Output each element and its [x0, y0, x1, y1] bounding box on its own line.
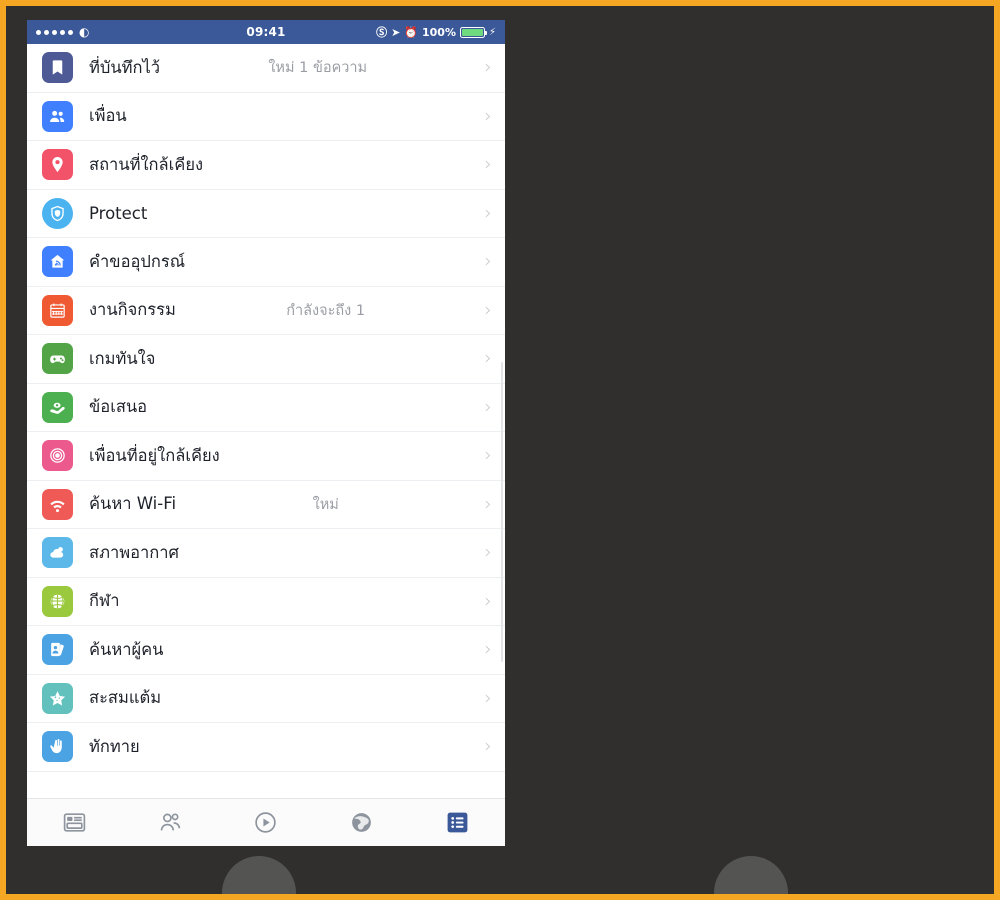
- bookmark-icon: [42, 52, 73, 84]
- menu-item-label: ค้นหาผู้คน: [89, 639, 164, 659]
- menu-tab[interactable]: [409, 810, 505, 835]
- chevron-right-icon: ›: [484, 298, 492, 321]
- menu-item-badge: กำลังจะถึง 1: [286, 302, 366, 319]
- menu-item[interactable]: ที่บันทึกไว้ ใหม่ 1 ข้อความ ›: [27, 44, 505, 93]
- gamepad-icon: [42, 343, 73, 375]
- chevron-right-icon: ›: [484, 250, 492, 273]
- menu-item-badge: ใหม่ 1 ข้อความ: [268, 60, 368, 77]
- notifications-tab[interactable]: [314, 810, 410, 835]
- chevron-right-icon: ›: [484, 395, 492, 418]
- menu-item-label: สภาพอากาศ: [89, 542, 179, 562]
- shield-icon: [42, 197, 73, 229]
- star-rewards-icon: [42, 682, 73, 714]
- menu-item[interactable]: สถานที่ใกล้เคียง ›: [27, 141, 505, 190]
- rotation-lock-icon: Ⓢ: [376, 25, 388, 39]
- menu-item[interactable]: สภาพอากาศ ›: [27, 529, 505, 578]
- offers-hand-icon: [42, 391, 73, 423]
- chevron-right-icon: ›: [484, 686, 492, 709]
- weather-cloud-icon: [42, 537, 73, 569]
- menu-item-label: เกมทันใจ: [89, 348, 156, 368]
- home-button-left[interactable]: [222, 856, 296, 894]
- home-wifi-icon: [42, 246, 73, 278]
- menu-item-label: ที่บันทึกไว้: [89, 57, 161, 77]
- tab-bar-left[interactable]: [27, 798, 505, 846]
- menu-item-label: สถานที่ใกล้เคียง: [89, 154, 204, 174]
- find-people-icon: [42, 634, 73, 666]
- scrollbar[interactable]: [500, 362, 503, 662]
- waving-hand-icon: [42, 731, 73, 763]
- right-phone-frame: ◐ 09:41 Ⓢ ➤ ⏰ 100% ⚡ ‹ สภาพอากาศ: [505, 6, 994, 894]
- menu-item-label: ค้นหา Wi-Fi: [89, 494, 177, 514]
- menu-item[interactable]: สะสมแต้ม ›: [27, 675, 505, 723]
- chevron-right-icon: ›: [484, 492, 492, 515]
- wifi-signal-icon: [42, 488, 73, 520]
- friends-tab[interactable]: [123, 810, 219, 835]
- chevron-right-icon: ›: [484, 153, 492, 176]
- chevron-right-icon: ›: [484, 444, 492, 467]
- chevron-right-icon: ›: [484, 638, 492, 661]
- chevron-right-icon: ›: [484, 347, 492, 370]
- sports-ball-icon: [42, 585, 73, 617]
- menu-item[interactable]: เกมทันใจ ›: [27, 335, 505, 384]
- menu-item-label: งานกิจกรรม: [89, 300, 176, 320]
- battery-percent: 100%: [421, 25, 456, 39]
- location-arrow-icon: ➤: [391, 25, 401, 39]
- menu-item-label: ข้อเสนอ: [89, 397, 148, 417]
- status-indicators: Ⓢ ➤ ⏰ 100% ⚡: [376, 26, 496, 39]
- news-feed-tab[interactable]: [27, 810, 123, 835]
- menu-item[interactable]: กีฬา ›: [27, 578, 505, 626]
- chevron-right-icon: ›: [484, 541, 492, 564]
- chevron-right-icon: ›: [484, 589, 492, 612]
- chevron-right-icon: ›: [484, 201, 492, 224]
- chevron-right-icon: ›: [484, 56, 492, 79]
- watch-tab[interactable]: [218, 810, 314, 835]
- screenshot-stage: ◐ 09:41 Ⓢ ➤ ⏰ 100% ⚡ ที่บันทึกไว้ ใหม่ 1 …: [6, 6, 994, 894]
- status-bar-left: ◐ 09:41 Ⓢ ➤ ⏰ 100% ⚡: [27, 20, 505, 44]
- chevron-right-icon: ›: [484, 735, 492, 758]
- menu-item[interactable]: ทักทาย ›: [27, 723, 505, 772]
- menu-item[interactable]: ค้นหาผู้คน ›: [27, 626, 505, 675]
- battery-icon: [459, 26, 488, 38]
- menu-item-label: เพื่อนที่อยู่ใกล้เคียง: [89, 445, 220, 465]
- alarm-clock-icon: ⏰: [404, 25, 418, 39]
- menu-item[interactable]: เพื่อน ›: [27, 93, 505, 141]
- left-phone-screen: ◐ 09:41 Ⓢ ➤ ⏰ 100% ⚡ ที่บันทึกไว้ ใหม่ 1 …: [27, 20, 505, 846]
- menu-list[interactable]: ที่บันทึกไว้ ใหม่ 1 ข้อความ › เพื่อน › สถานที…: [27, 44, 505, 798]
- menu-item-label: สะสมแต้ม: [89, 688, 162, 708]
- radar-icon: [42, 440, 73, 472]
- home-button-right[interactable]: [714, 856, 788, 894]
- menu-item-label: เพื่อน: [89, 106, 127, 126]
- menu-item-label: กีฬา: [89, 591, 120, 611]
- menu-item-label: Protect: [89, 203, 148, 223]
- menu-item-label: ทักทาย: [89, 736, 140, 756]
- left-phone-frame: ◐ 09:41 Ⓢ ➤ ⏰ 100% ⚡ ที่บันทึกไว้ ใหม่ 1 …: [13, 6, 505, 894]
- menu-item-label: คำขออุปกรณ์: [89, 251, 186, 271]
- calendar-icon: [42, 294, 73, 326]
- menu-item-badge: ใหม่: [312, 496, 339, 513]
- map-pin-icon: [42, 149, 73, 181]
- menu-item[interactable]: เพื่อนที่อยู่ใกล้เคียง ›: [27, 432, 505, 481]
- menu-item[interactable]: ข้อเสนอ ›: [27, 384, 505, 432]
- menu-item[interactable]: คำขออุปกรณ์ ›: [27, 238, 505, 287]
- bolt-icon: ⚡: [488, 26, 496, 38]
- chevron-right-icon: ›: [484, 104, 492, 127]
- menu-item[interactable]: ค้นหา Wi-Fi ใหม่ ›: [27, 481, 505, 529]
- menu-item[interactable]: งานกิจกรรม กำลังจะถึง 1 ›: [27, 287, 505, 335]
- friends-icon: [42, 100, 73, 132]
- menu-item[interactable]: Protect ›: [27, 190, 505, 238]
